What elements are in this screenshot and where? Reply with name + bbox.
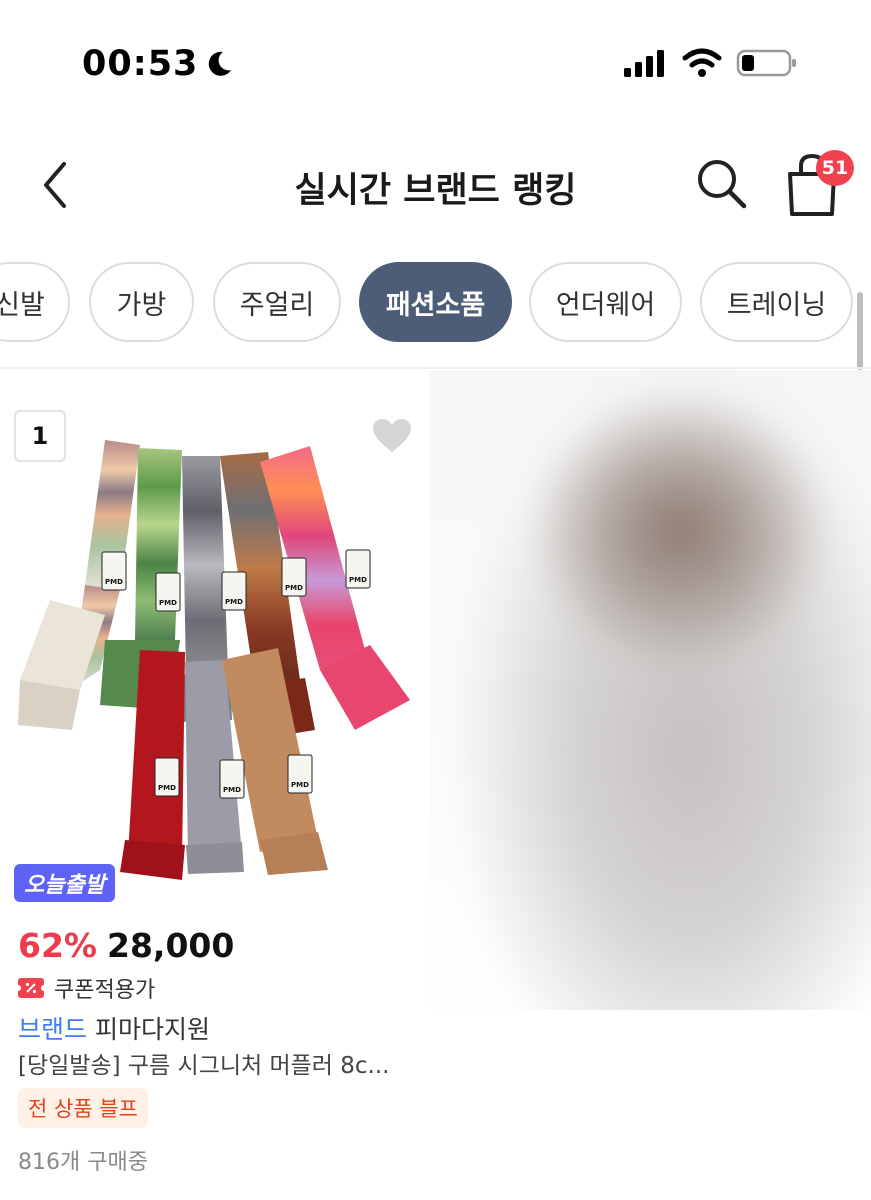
blurred-product-image: [430, 370, 871, 1010]
svg-text:PMD: PMD: [159, 599, 177, 607]
purchase-count: 816개 구매중: [18, 1150, 148, 1175]
same-day-delivery-badge: 오늘출발: [14, 864, 115, 902]
status-time: 00:53: [82, 44, 234, 84]
category-tab-bar: 신발 가방 주얼리 패션소품 언더웨어 트레이닝: [0, 262, 871, 346]
tab-underwear[interactable]: 언더웨어: [529, 262, 682, 342]
svg-text:PMD: PMD: [349, 576, 367, 584]
price: 28,000: [107, 926, 235, 965]
svg-text:PMD: PMD: [285, 584, 303, 592]
svg-text:PMD: PMD: [225, 598, 243, 606]
divider: [0, 367, 871, 369]
tab-jewelry[interactable]: 주얼리: [213, 262, 341, 342]
coupon-label: 쿠폰적용가: [54, 978, 156, 1003]
cart-count-badge: 51: [816, 150, 854, 186]
tab-bags[interactable]: 가방: [89, 262, 194, 342]
promo-badge: 전 상품 블프: [18, 1088, 148, 1128]
svg-text:PMD: PMD: [105, 578, 123, 586]
clock-text: 00:53: [82, 44, 199, 84]
blurred-product-card[interactable]: [430, 370, 871, 1010]
header: 실시간 브랜드 랭킹: [0, 140, 871, 230]
coupon-row: 쿠폰적용가: [18, 972, 155, 1004]
brand-row[interactable]: 브랜드 피마다지원: [18, 1010, 210, 1046]
heart-icon: [373, 419, 411, 452]
discount-rate: 62%: [18, 926, 97, 965]
search-icon: [698, 160, 747, 209]
product-name[interactable]: [당일발송] 구름 시그니처 머플러 8c...: [18, 1046, 418, 1080]
tab-training[interactable]: 트레이닝: [700, 262, 853, 342]
brand-tag: 브랜드: [18, 1015, 88, 1044]
svg-text:PMD: PMD: [158, 784, 176, 792]
tab-shoes[interactable]: 신발: [0, 262, 70, 342]
status-indicators: [622, 48, 798, 78]
product-image[interactable]: PMD PMD PMD PMD PMD PMD PMD PMD: [10, 440, 420, 880]
brand-name[interactable]: 피마다지원: [95, 1010, 210, 1046]
moon-icon: [209, 51, 232, 76]
status-bar: 00:53: [0, 0, 871, 130]
product-card[interactable]: PMD PMD PMD PMD PMD PMD PMD PMD 1 오늘출발 6…: [0, 370, 430, 1200]
svg-text:PMD: PMD: [291, 781, 309, 789]
rank-badge: 1: [14, 410, 66, 462]
tab-fashion-accessories[interactable]: 패션소품: [359, 262, 512, 342]
chip-scrollbar[interactable]: [857, 292, 863, 370]
wishlist-button[interactable]: [372, 418, 412, 454]
price-row: 62% 28,000: [18, 926, 234, 965]
coupon-icon: [18, 978, 44, 998]
wifi-icon: [682, 48, 722, 77]
svg-text:PMD: PMD: [223, 786, 241, 794]
search-button[interactable]: [692, 154, 752, 214]
battery-icon: [736, 49, 796, 77]
signal-icon: [624, 50, 664, 77]
